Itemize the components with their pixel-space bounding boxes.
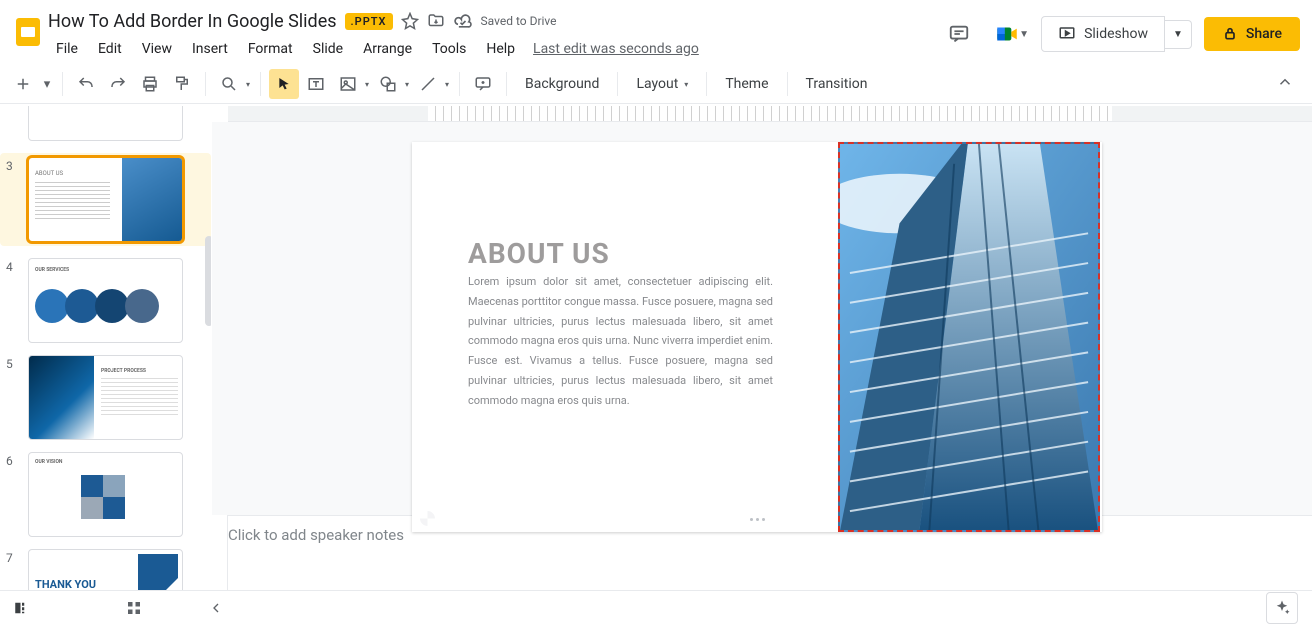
header-bar: How To Add Border In Google Slides .PPTX… — [0, 0, 1312, 64]
footer-bar — [0, 590, 1312, 625]
menu-view[interactable]: View — [134, 37, 180, 61]
menu-insert[interactable]: Insert — [184, 37, 236, 61]
menu-arrange[interactable]: Arrange — [355, 37, 420, 61]
share-button[interactable]: Share — [1204, 17, 1300, 51]
horizontal-ruler[interactable] — [228, 106, 1312, 122]
slideshow-label: Slideshow — [1084, 26, 1148, 42]
thumb-number: 5 — [6, 355, 24, 440]
menu-slide[interactable]: Slide — [305, 37, 351, 61]
slide-image-bordered[interactable] — [838, 142, 1100, 532]
paint-format-button[interactable] — [167, 69, 197, 99]
move-to-folder-icon[interactable] — [427, 12, 445, 30]
collapse-filmstrip-icon[interactable] — [200, 592, 232, 624]
textbox-tool[interactable] — [301, 69, 331, 99]
menu-bar: File Edit View Insert Format Slide Arran… — [48, 34, 941, 64]
line-tool[interactable] — [413, 69, 443, 99]
menu-format[interactable]: Format — [240, 37, 301, 61]
toolbar: ▾ Background Layout Theme Transition — [0, 64, 1312, 104]
slide-badge-icon — [420, 511, 435, 526]
notes-placeholder: Click to add speaker notes — [228, 526, 404, 544]
theme-button[interactable]: Theme — [715, 69, 778, 99]
redo-button[interactable] — [103, 69, 133, 99]
print-button[interactable] — [135, 69, 165, 99]
menu-file[interactable]: File — [48, 37, 86, 61]
meet-icon[interactable] — [989, 16, 1025, 52]
slideshow-caret[interactable]: ▼ — [1165, 20, 1192, 49]
shape-tool[interactable] — [373, 69, 403, 99]
thumbnail-scrollbar[interactable] — [205, 236, 212, 326]
slideshow-button[interactable]: Slideshow — [1041, 16, 1165, 52]
background-button[interactable]: Background — [515, 69, 609, 99]
share-label: Share — [1246, 26, 1282, 42]
explore-button[interactable] — [1266, 592, 1298, 624]
slide-body-text[interactable]: Lorem ipsum dolor sit amet, consectetuer… — [468, 272, 773, 411]
slide-thumbnail[interactable]: OUR VISION — [28, 452, 183, 537]
thumb-number: 3 — [6, 157, 24, 242]
star-icon[interactable] — [401, 12, 419, 30]
slide-thumbnail[interactable]: PROJECT PROCESS — [28, 355, 183, 440]
grid-view-icon[interactable] — [118, 592, 150, 624]
thumbnail-panel: 3 ABOUT US 4 OUR SERVICES — [0, 106, 212, 590]
slide-thumbnail[interactable]: THANK YOU — [28, 549, 183, 590]
zoom-button[interactable] — [214, 69, 244, 99]
menu-help[interactable]: Help — [478, 37, 523, 61]
slide-thumbnail[interactable]: OUR SERVICES — [28, 258, 183, 343]
canvas-area: ABOUT US Lorem ipsum dolor sit amet, con… — [212, 106, 1312, 590]
slide-thumbnail[interactable]: ABOUT US — [28, 157, 183, 242]
menu-tools[interactable]: Tools — [424, 37, 474, 61]
document-title[interactable]: How To Add Border In Google Slides — [48, 11, 337, 32]
comment-tool[interactable] — [468, 69, 498, 99]
comments-icon[interactable] — [941, 16, 977, 52]
slides-logo[interactable] — [8, 6, 48, 58]
thumb-number: 7 — [6, 549, 24, 590]
layout-button[interactable]: Layout — [626, 69, 698, 99]
slide-thumbnail[interactable] — [28, 106, 183, 141]
slide-title-text[interactable]: ABOUT US — [468, 237, 610, 270]
file-format-badge: .PPTX — [345, 13, 393, 30]
last-edit-link[interactable]: Last edit was seconds ago — [533, 41, 699, 57]
thumb-number: 6 — [6, 452, 24, 537]
slide-canvas[interactable]: ABOUT US Lorem ipsum dolor sit amet, con… — [412, 142, 1102, 532]
cloud-saved-icon[interactable] — [453, 11, 473, 31]
transition-button[interactable]: Transition — [796, 69, 878, 99]
collapse-toolbar-icon[interactable] — [1266, 73, 1304, 95]
image-tool[interactable] — [333, 69, 363, 99]
thumb-number: 4 — [6, 258, 24, 343]
select-tool[interactable] — [269, 69, 299, 99]
menu-edit[interactable]: Edit — [90, 37, 130, 61]
saved-status-label: Saved to Drive — [481, 14, 557, 28]
new-slide-caret[interactable]: ▾ — [40, 69, 54, 99]
new-slide-button[interactable] — [8, 69, 38, 99]
undo-button[interactable] — [71, 69, 101, 99]
notes-resize-handle[interactable] — [750, 518, 765, 521]
filmstrip-view-icon[interactable] — [6, 592, 38, 624]
